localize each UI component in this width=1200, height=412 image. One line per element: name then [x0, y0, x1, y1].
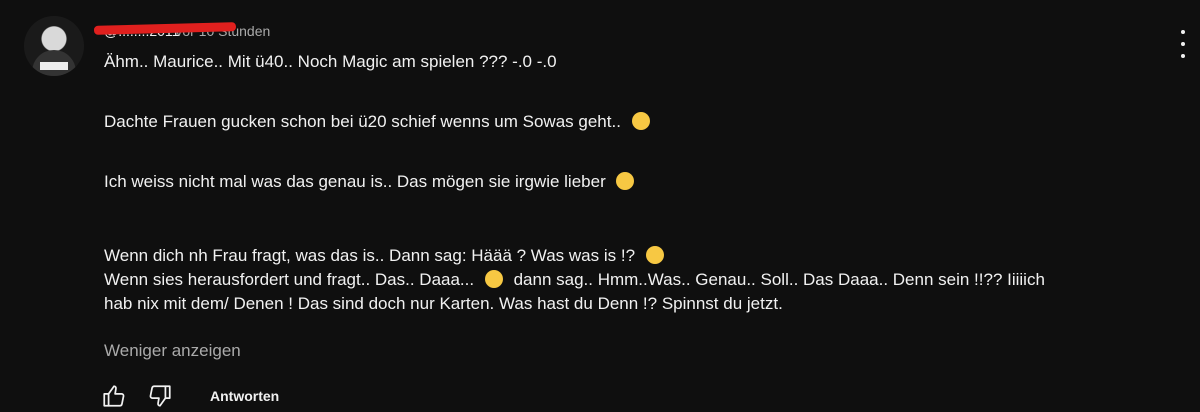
- grinning-sweat-emoji: [616, 172, 635, 190]
- comment-body: Ähm.. Maurice.. Mit ü40.. Noch Magic am …: [104, 50, 1164, 316]
- reply-button[interactable]: Antworten: [210, 388, 279, 404]
- comment-text: Wenn dich nh Frau fragt, was das is.. Da…: [104, 246, 636, 265]
- comment-text: Dachte Frauen gucken schon bei ü20 schie…: [104, 112, 621, 131]
- comment-line: Dachte Frauen gucken schon bei ü20 schie…: [104, 110, 1164, 134]
- comment-header: @........2011 vor 10 Stunden: [93, 21, 270, 41]
- grinning-sweat-emoji: [631, 112, 650, 130]
- comment-actions: Antworten: [100, 380, 279, 412]
- author-name[interactable]: @........2011: [93, 21, 237, 41]
- raised-eyebrow-emoji: [484, 270, 503, 288]
- comment-text: Ich weiss nicht mal was das genau is.. D…: [104, 172, 606, 191]
- thumbs-up-icon[interactable]: [100, 382, 128, 410]
- vertical-dots-icon[interactable]: [1176, 30, 1190, 58]
- comment-line: hab nix mit dem/ Denen ! Das sind doch n…: [104, 292, 1164, 316]
- comment-line: Ähm.. Maurice.. Mit ü40.. Noch Magic am …: [104, 50, 1164, 74]
- avatar-badge: [40, 62, 68, 70]
- avatar[interactable]: [24, 16, 84, 76]
- comment-text: Wenn sies herausfordert und fragt.. Das.…: [104, 270, 475, 289]
- thumbs-down-icon[interactable]: [146, 382, 174, 410]
- comment-text: hab nix mit dem/ Denen ! Das sind doch n…: [104, 294, 783, 313]
- comment-line: Wenn sies herausfordert und fragt.. Das.…: [104, 268, 1164, 292]
- menu-dot: [1181, 30, 1185, 34]
- show-less-link[interactable]: Weniger anzeigen: [104, 341, 241, 361]
- comment-thread: @........2011 vor 10 Stunden Ähm.. Mauri…: [0, 0, 1200, 412]
- comment-text: dann sag.. Hmm..Was.. Genau.. Soll.. Das…: [513, 270, 1045, 289]
- comment-text: Ähm.. Maurice.. Mit ü40.. Noch Magic am …: [104, 52, 557, 71]
- comment-line: Wenn dich nh Frau fragt, was das is.. Da…: [104, 244, 1164, 268]
- menu-dot: [1181, 42, 1185, 46]
- comment-line: Ich weiss nicht mal was das genau is.. D…: [104, 170, 1164, 194]
- winking-tongue-emoji: [645, 246, 664, 264]
- menu-dot: [1181, 54, 1185, 58]
